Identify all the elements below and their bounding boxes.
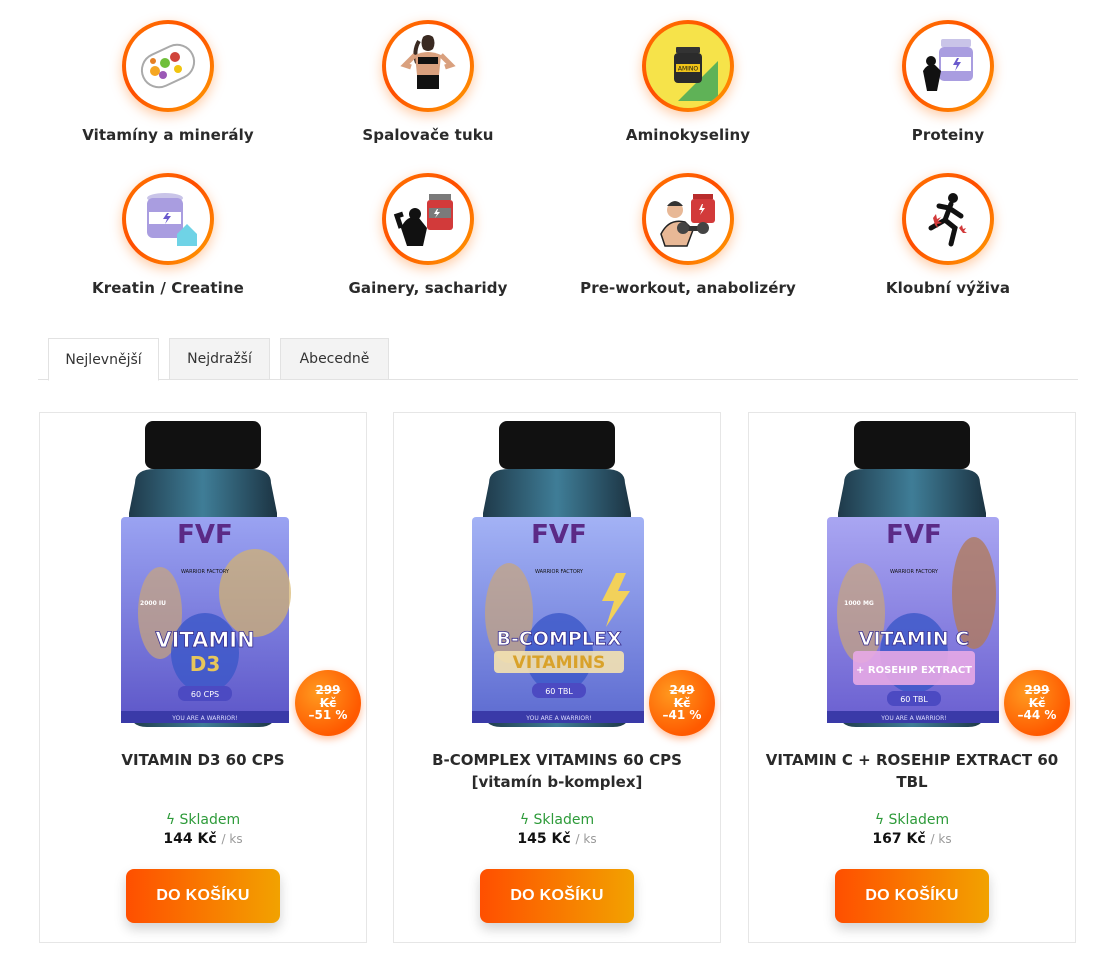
category-icon-ring: AMINO	[642, 20, 734, 112]
label-slogan: YOU ARE A WARRIOR!	[171, 715, 237, 722]
category-joints[interactable]: Kloubní výživa	[818, 173, 1078, 326]
label-count: 60 TBL	[900, 695, 928, 704]
category-creatine[interactable]: Kreatin / Creatine	[38, 173, 298, 326]
product-price: 144 Kč / ks	[40, 831, 366, 847]
price-value: 145 Kč	[517, 831, 571, 847]
amino-jar-icon: AMINO	[674, 47, 718, 101]
price-value: 167 Kč	[872, 831, 926, 847]
product-name[interactable]: B-COMPLEX VITAMINS 60 CPS [vitamín b-kom…	[402, 749, 712, 793]
label-slogan: YOU ARE A WARRIOR!	[880, 715, 946, 722]
label-line1: VITAMIN	[155, 628, 254, 652]
category-label: Spalovače tuku	[362, 126, 494, 144]
category-fat-burners[interactable]: Spalovače tuku	[298, 20, 558, 173]
fit-woman-icon	[400, 35, 456, 89]
old-price: 299	[1024, 683, 1050, 698]
gainer-icon	[393, 194, 453, 246]
label-line2: + ROSEHIP EXTRACT	[856, 665, 972, 676]
product-price: 145 Kč / ks	[394, 831, 720, 847]
discount-percent: –41 %	[662, 708, 702, 723]
label-brand: WARRIOR FACTORY	[181, 569, 230, 575]
product-price: 167 Kč / ks	[749, 831, 1075, 847]
product-card: FVF WARRIOR FACTORY 2000 IU VITAMIN D3 6…	[39, 412, 367, 943]
product-card: FVF WARRIOR FACTORY 1000 MG VITAMIN C + …	[748, 412, 1076, 943]
category-grid: Vitamíny a minerály Spalovače tuku AMINO…	[38, 20, 1078, 326]
label-slogan: YOU ARE A WARRIOR!	[525, 715, 591, 722]
category-preworkout[interactable]: Pre-workout, anabolizéry	[558, 173, 818, 326]
category-label: Kloubní výživa	[885, 279, 1011, 297]
stock-status: ϟ Skladem	[874, 812, 950, 828]
price-unit: / ks	[575, 832, 597, 846]
label-dose: 2000 IU	[140, 600, 166, 607]
product-name[interactable]: VITAMIN C + ROSEHIP EXTRACT 60 TBL	[757, 749, 1067, 793]
label-line1: B-COMPLEX	[496, 628, 621, 650]
category-icon-ring	[642, 173, 734, 265]
label-count: 60 TBL	[545, 687, 573, 696]
old-price: 249	[669, 683, 695, 698]
running-woman-icon	[928, 193, 967, 247]
tab-cheapest[interactable]: Nejlevnější	[48, 338, 159, 381]
product-name[interactable]: VITAMIN D3 60 CPS	[48, 749, 358, 771]
category-label: Gainery, sacharidy	[348, 279, 508, 297]
category-icon-ring	[122, 173, 214, 265]
label-line2: D3	[190, 652, 221, 676]
add-to-cart-button[interactable]: DO KOŠÍKU	[480, 869, 634, 923]
discount-badge: 249 Kč –41 %	[649, 670, 715, 736]
stock-status: ϟ Skladem	[165, 812, 241, 828]
label-line1: VITAMIN C	[859, 628, 969, 650]
category-label: Aminokyseliny	[625, 126, 751, 144]
add-to-cart-button[interactable]: DO KOŠÍKU	[126, 869, 280, 923]
discount-badge: 299 Kč –51 %	[295, 670, 361, 736]
svg-text:FVF: FVF	[177, 520, 233, 550]
price-value: 144 Kč	[163, 831, 217, 847]
category-icon-ring	[382, 173, 474, 265]
price-unit: / ks	[930, 832, 952, 846]
category-label: Vitamíny a minerály	[82, 126, 254, 144]
old-price: 299	[315, 683, 341, 698]
category-gainers[interactable]: Gainery, sacharidy	[298, 173, 558, 326]
category-proteins[interactable]: Proteiny	[818, 20, 1078, 173]
category-icon-ring	[902, 173, 994, 265]
stock-status: ϟ Skladem	[519, 812, 595, 828]
category-label: Pre-workout, anabolizéry	[580, 279, 796, 297]
label-brand: WARRIOR FACTORY	[890, 569, 939, 575]
add-to-cart-button[interactable]: DO KOŠÍKU	[835, 869, 989, 923]
price-unit: / ks	[221, 832, 243, 846]
svg-text:AMINO: AMINO	[678, 66, 699, 73]
discount-percent: –44 %	[1017, 708, 1057, 723]
preworkout-icon	[660, 194, 715, 247]
category-label: Kreatin / Creatine	[92, 279, 244, 297]
tab-alphabetical[interactable]: Abecedně	[280, 338, 389, 380]
category-icon-ring	[902, 20, 994, 112]
category-amino[interactable]: AMINO Aminokyseliny	[558, 20, 818, 173]
product-card: FVF WARRIOR FACTORY B-COMPLEX VITAMINS 6…	[393, 412, 721, 943]
label-line2: VITAMINS	[513, 653, 606, 673]
svg-text:FVF: FVF	[886, 520, 942, 550]
creatine-tub-icon	[147, 193, 197, 246]
sort-tabs: Nejlevnější Nejdražší Abecedně	[38, 338, 1078, 381]
vitamins-capsule-icon	[140, 43, 196, 89]
category-label: Proteiny	[911, 126, 985, 144]
label-count: 60 CPS	[191, 690, 219, 699]
svg-text:FVF: FVF	[531, 520, 587, 550]
category-vitamins[interactable]: Vitamíny a minerály	[38, 20, 298, 173]
tab-most-expensive[interactable]: Nejdražší	[169, 338, 270, 380]
discount-badge: 299 Kč –44 %	[1004, 670, 1070, 736]
label-brand: WARRIOR FACTORY	[535, 569, 584, 575]
label-dose: 1000 MG	[844, 600, 874, 607]
discount-percent: –51 %	[308, 708, 348, 723]
category-icon-ring	[382, 20, 474, 112]
protein-tub-icon	[923, 39, 973, 91]
category-icon-ring	[122, 20, 214, 112]
